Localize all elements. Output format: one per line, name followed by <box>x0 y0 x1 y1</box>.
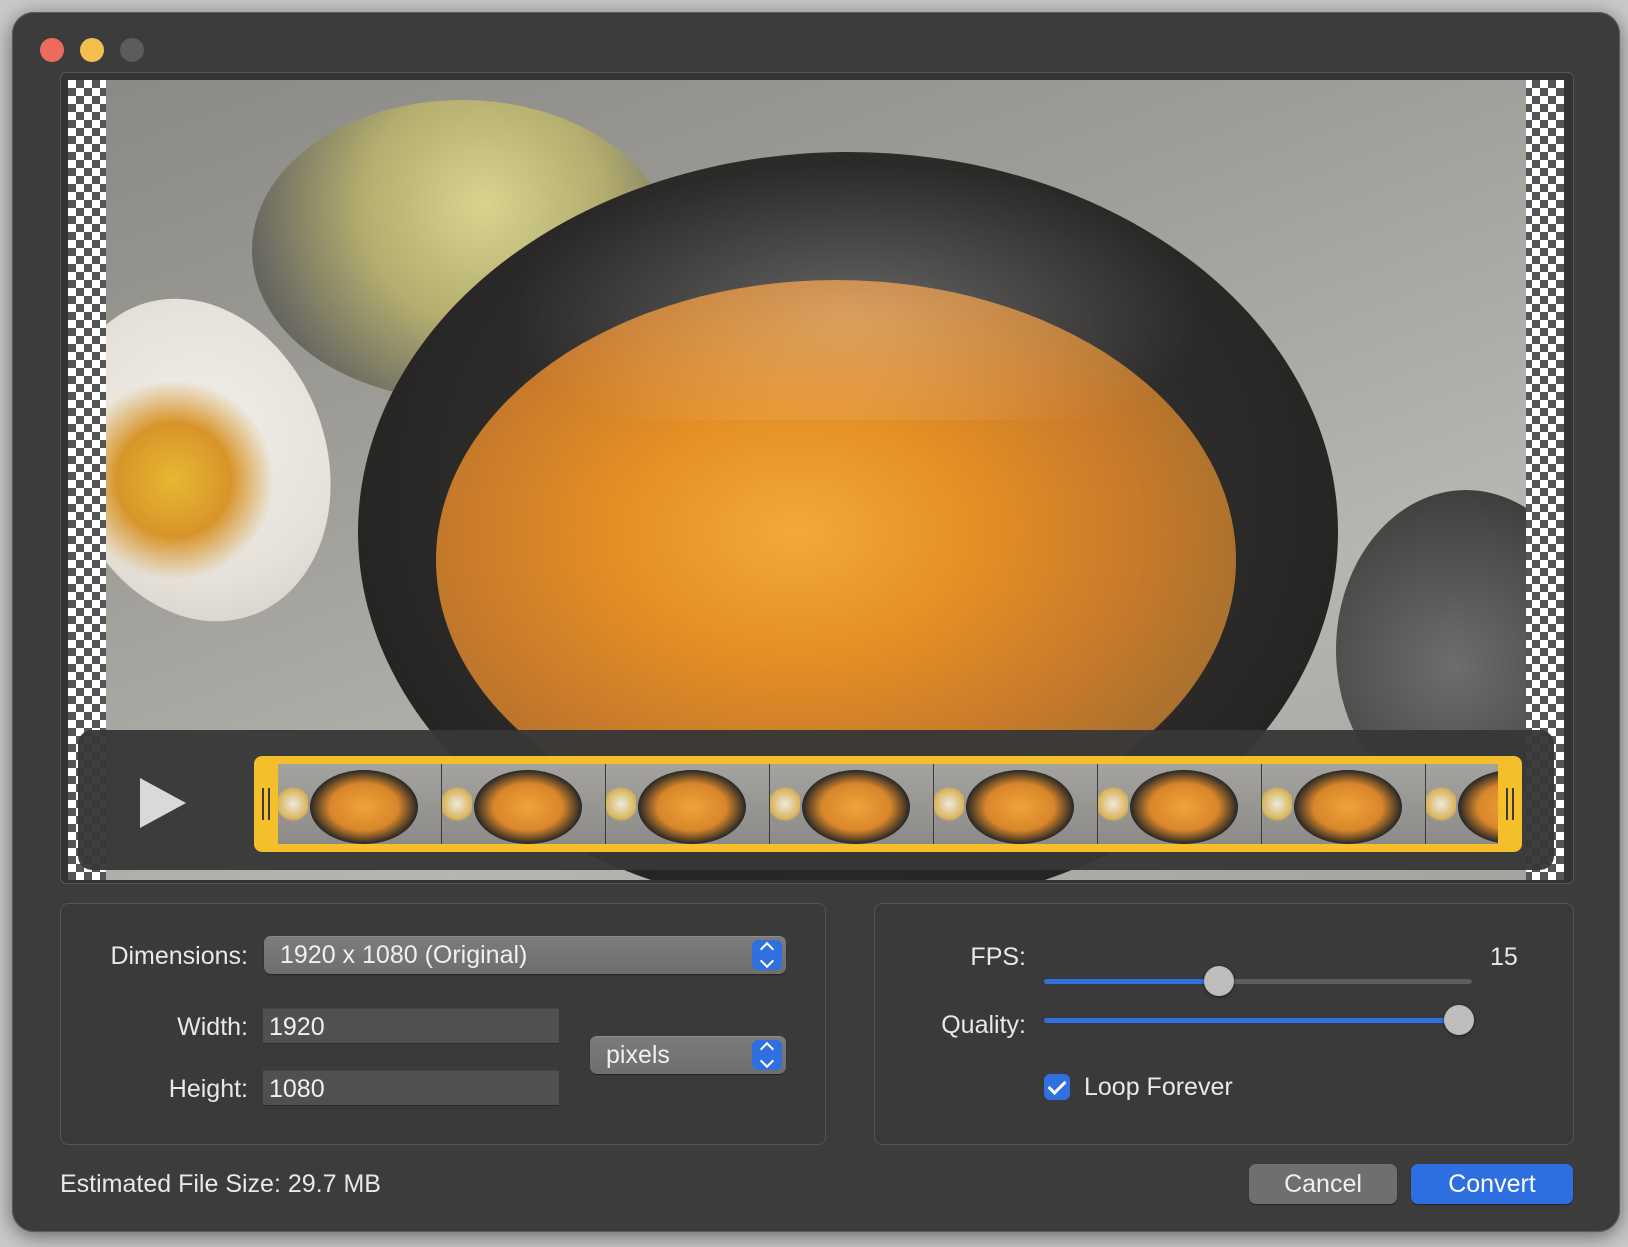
popup-chevrons-icon <box>752 940 782 970</box>
dimensions-popup[interactable]: 1920 x 1080 (Original) <box>264 936 786 974</box>
filmstrip-frame <box>278 764 442 844</box>
fps-label: FPS: <box>970 943 1026 971</box>
filmstrip-frame <box>1426 764 1498 844</box>
units-selected-value: pixels <box>606 1041 670 1069</box>
quality-slider-fill <box>1044 1018 1459 1023</box>
quality-slider[interactable] <box>1044 1005 1474 1035</box>
filmstrip-frame <box>606 764 770 844</box>
width-label: Width: <box>177 1013 248 1041</box>
trim-range-selector[interactable] <box>254 756 1522 852</box>
fps-value: 15 <box>1490 943 1518 971</box>
fps-slider[interactable] <box>1044 966 1472 996</box>
units-popup[interactable]: pixels <box>590 1036 786 1074</box>
cancel-button[interactable]: Cancel <box>1249 1164 1397 1204</box>
bean-sprouts-image <box>106 380 276 580</box>
dimensions-label: Dimensions: <box>110 942 248 970</box>
estimated-file-size: Estimated File Size: 29.7 MB <box>60 1170 381 1198</box>
height-label: Height: <box>168 1075 248 1103</box>
height-field[interactable]: 1080 <box>263 1070 559 1106</box>
filmstrip[interactable] <box>278 764 1498 844</box>
trim-start-handle[interactable] <box>262 788 270 820</box>
steam-overlay <box>506 160 1206 420</box>
play-icon[interactable] <box>140 778 186 828</box>
filmstrip-frame <box>1098 764 1262 844</box>
quality-label: Quality: <box>941 1011 1026 1039</box>
checkmark-icon <box>1047 1075 1067 1096</box>
filmstrip-frame <box>770 764 934 844</box>
popup-chevrons-icon <box>752 1040 782 1070</box>
loop-forever-label[interactable]: Loop Forever <box>1084 1073 1233 1102</box>
close-window-button[interactable] <box>40 38 64 62</box>
filmstrip-frame <box>934 764 1098 844</box>
width-field[interactable]: 1920 <box>263 1008 559 1044</box>
fps-slider-fill <box>1044 979 1219 984</box>
loop-forever-checkbox[interactable] <box>1044 1074 1070 1100</box>
fps-slider-knob[interactable] <box>1204 966 1234 996</box>
filmstrip-frame <box>442 764 606 844</box>
convert-button[interactable]: Convert <box>1411 1164 1573 1204</box>
trim-end-handle[interactable] <box>1506 788 1514 820</box>
dimensions-selected-value: 1920 x 1080 (Original) <box>280 941 528 969</box>
filmstrip-frame <box>1262 764 1426 844</box>
zoom-window-button <box>120 38 144 62</box>
quality-slider-knob[interactable] <box>1444 1005 1474 1035</box>
minimize-window-button[interactable] <box>80 38 104 62</box>
